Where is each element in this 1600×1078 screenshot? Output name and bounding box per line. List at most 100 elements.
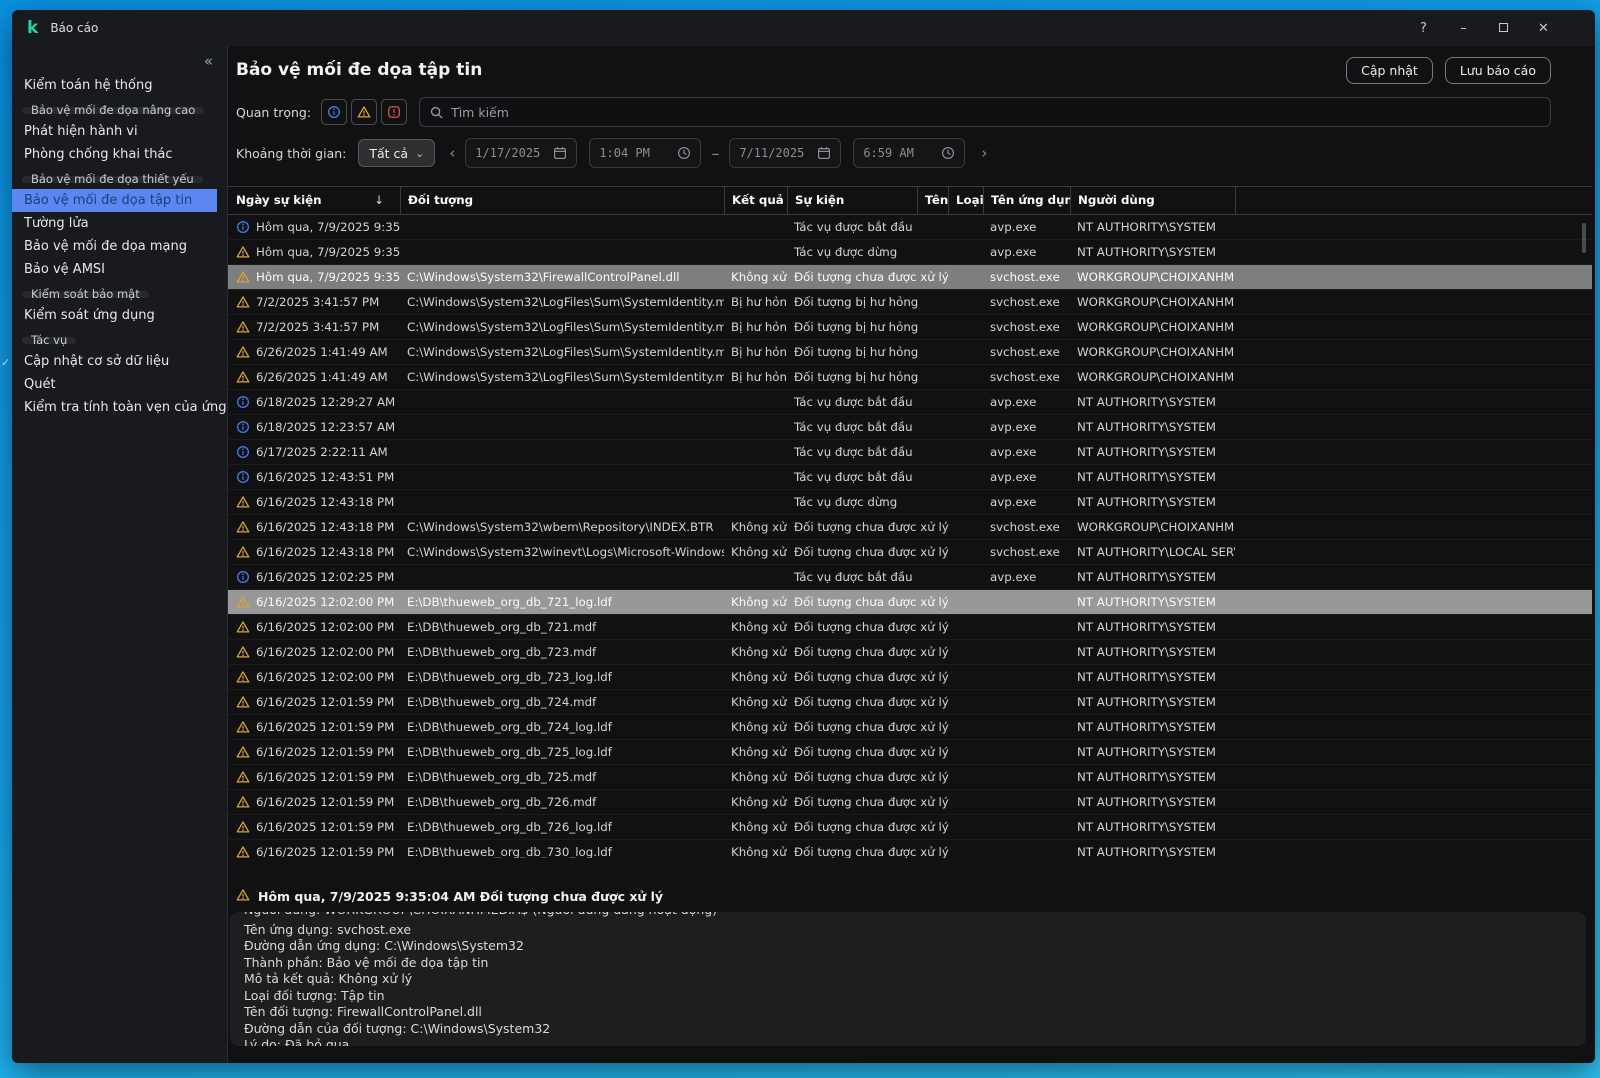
table-row[interactable]: Hôm qua, 7/9/2025 9:35:04 AMC:\Windows\S… <box>228 265 1592 290</box>
warning-icon <box>236 670 250 684</box>
table-row[interactable]: 6/16/2025 12:02:00 PME:\DB\thueweb_org_d… <box>228 665 1592 690</box>
sidebar-item-14[interactable]: Kiểm tra tính toàn vẹn của ứng dụng <box>12 396 227 419</box>
column-header-0[interactable]: Ngày sự kiện↓ <box>228 187 400 214</box>
filter-warning-button[interactable] <box>351 99 377 125</box>
column-header-5[interactable]: Loại <box>948 187 983 214</box>
table-row[interactable]: 6/16/2025 12:43:18 PMC:\Windows\System32… <box>228 515 1592 540</box>
table-row[interactable]: 6/16/2025 12:02:00 PME:\DB\thueweb_org_d… <box>228 615 1592 640</box>
date-to-field[interactable]: 7/11/2025 <box>729 138 841 168</box>
warning-icon <box>236 520 250 534</box>
sidebar-item-13[interactable]: Quét <box>12 373 227 396</box>
date-from-field[interactable]: 1/17/2025 <box>465 138 577 168</box>
table-row[interactable]: 7/2/2025 3:41:57 PMC:\Windows\System32\L… <box>228 315 1592 340</box>
cell-event: Đối tượng chưa được xử lý <box>787 515 917 539</box>
sidebar-item-5[interactable]: Bảo vệ mối đe dọa tập tin <box>12 189 217 212</box>
cell-type <box>948 515 983 539</box>
cell-name <box>917 465 948 489</box>
cell-obj: E:\DB\thueweb_org_db_725.mdf <box>400 765 724 789</box>
sidebar-item-12[interactable]: Cập nhật cơ sở dữ liệu <box>12 350 227 373</box>
update-button[interactable]: Cập nhật <box>1346 57 1433 84</box>
table-row[interactable]: 6/16/2025 12:01:59 PME:\DB\thueweb_org_d… <box>228 790 1592 815</box>
maximize-button[interactable] <box>1496 21 1511 36</box>
cell-user: NT AUTHORITY\SYSTEM <box>1070 615 1235 639</box>
next-period-icon[interactable]: › <box>981 144 987 162</box>
column-header-6[interactable]: Tên ứng dụng <box>983 187 1070 214</box>
search-box[interactable] <box>419 97 1551 127</box>
table-row[interactable]: 6/16/2025 12:01:59 PME:\DB\thueweb_org_d… <box>228 765 1592 790</box>
table-row[interactable]: 6/16/2025 12:01:59 PME:\DB\thueweb_org_d… <box>228 840 1592 858</box>
cell-app <box>983 715 1070 739</box>
cell-app: avp.exe <box>983 415 1070 439</box>
table-row[interactable]: 6/16/2025 12:02:00 PME:\DB\thueweb_org_d… <box>228 590 1592 615</box>
sidebar-item-8[interactable]: Bảo vệ AMSI <box>12 258 227 281</box>
minimize-button[interactable]: – <box>1456 21 1471 36</box>
time-to-field[interactable]: 6:59 AM <box>853 138 965 168</box>
detail-line: Tên đối tượng: FirewallControlPanel.dll <box>244 1004 1572 1021</box>
info-icon <box>236 420 250 434</box>
column-header-2[interactable]: Kết quả <box>724 187 787 214</box>
column-header-7[interactable]: Người dùng <box>1070 187 1235 214</box>
cell-res <box>724 465 787 489</box>
cell-user: WORKGROUP\CHOIXANHMEDIA$ <box>1070 340 1235 364</box>
table-row[interactable]: 6/16/2025 12:01:59 PME:\DB\thueweb_org_d… <box>228 690 1592 715</box>
sidebar-item-0[interactable]: Kiểm toán hệ thống <box>12 74 227 97</box>
cell-app: svchost.exe <box>983 540 1070 564</box>
column-header-8[interactable] <box>1235 187 1592 214</box>
cell-res: Không xử lý <box>724 265 787 289</box>
save-report-button[interactable]: Lưu báo cáo <box>1445 57 1551 84</box>
cell-date: 6/16/2025 12:01:59 PM <box>228 715 400 739</box>
period-dropdown[interactable]: Tất cả ⌄ <box>358 139 435 167</box>
detail-panel[interactable]: Người dùng: WORKGROUP\CHOIXANHMEDIA$ (Ng… <box>230 912 1586 1046</box>
table-row[interactable]: 7/2/2025 3:41:57 PMC:\Windows\System32\L… <box>228 290 1592 315</box>
table-row[interactable]: 6/16/2025 12:43:18 PMTác vụ được dừngavp… <box>228 490 1592 515</box>
sidebar-section-badge: Kiểm soát bảo mật <box>22 291 149 298</box>
cell-obj: E:\DB\thueweb_org_db_724.mdf <box>400 690 724 714</box>
table-row[interactable]: 6/16/2025 12:01:59 PME:\DB\thueweb_org_d… <box>228 815 1592 840</box>
cell-type <box>948 815 983 839</box>
cell-name <box>917 215 948 239</box>
filter-info-button[interactable] <box>321 99 347 125</box>
cell-type <box>948 490 983 514</box>
calendar-icon <box>553 146 567 160</box>
cell-name <box>917 565 948 589</box>
sidebar-item-2[interactable]: Phát hiện hành vi <box>12 120 227 143</box>
column-header-4[interactable]: Tên <box>917 187 948 214</box>
table-row[interactable]: 6/16/2025 12:43:18 PMC:\Windows\System32… <box>228 540 1592 565</box>
detail-header-text: Hôm qua, 7/9/2025 9:35:04 AM Đối tượng c… <box>258 889 663 904</box>
cell-app: avp.exe <box>983 465 1070 489</box>
prev-period-icon[interactable]: ‹ <box>449 144 455 162</box>
cell-name <box>917 690 948 714</box>
cell-date: 6/16/2025 12:01:59 PM <box>228 690 400 714</box>
cell-res: Không xử lý <box>724 665 787 689</box>
table-row[interactable]: Hôm qua, 7/9/2025 9:35:04 AMTác vụ được … <box>228 240 1592 265</box>
table-row[interactable]: Hôm qua, 7/9/2025 9:35:33 AMTác vụ được … <box>228 215 1592 240</box>
search-input[interactable] <box>451 105 1540 120</box>
vertical-scrollbar[interactable] <box>1582 223 1586 253</box>
table-row[interactable]: 6/18/2025 12:23:57 AMTác vụ được bắt đầu… <box>228 415 1592 440</box>
table-row[interactable]: 6/26/2025 1:41:49 AMC:\Windows\System32\… <box>228 365 1592 390</box>
sidebar-item-10[interactable]: Kiểm soát ứng dụng <box>12 304 227 327</box>
table-row[interactable]: 6/16/2025 12:02:00 PME:\DB\thueweb_org_d… <box>228 640 1592 665</box>
cell-fill <box>1235 240 1592 264</box>
time-from-field[interactable]: 1:04 PM <box>589 138 701 168</box>
cell-event: Tác vụ được dừng <box>787 240 917 264</box>
sidebar-item-3[interactable]: Phòng chống khai thác <box>12 143 227 166</box>
help-button[interactable]: ? <box>1416 21 1431 36</box>
filter-critical-button[interactable] <box>381 99 407 125</box>
sidebar-item-6[interactable]: Tường lửa <box>12 212 227 235</box>
table-row[interactable]: 6/16/2025 12:43:51 PMTác vụ được bắt đầu… <box>228 465 1592 490</box>
sidebar-collapse-icon[interactable]: « <box>204 52 213 70</box>
column-header-1[interactable]: Đối tượng <box>400 187 724 214</box>
table-row[interactable]: 6/18/2025 12:29:27 AMTác vụ được bắt đầu… <box>228 390 1592 415</box>
window-title: Báo cáo <box>50 21 98 35</box>
sidebar-item-7[interactable]: Bảo vệ mối đe dọa mạng <box>12 235 227 258</box>
table-row[interactable]: 6/16/2025 12:01:59 PME:\DB\thueweb_org_d… <box>228 715 1592 740</box>
table-row[interactable]: 6/26/2025 1:41:49 AMC:\Windows\System32\… <box>228 340 1592 365</box>
column-header-3[interactable]: Sự kiện <box>787 187 917 214</box>
close-button[interactable]: ✕ <box>1536 21 1551 36</box>
cell-user: NT AUTHORITY\SYSTEM <box>1070 715 1235 739</box>
table-row[interactable]: 6/17/2025 2:22:11 AMTác vụ được bắt đầua… <box>228 440 1592 465</box>
table-row[interactable]: 6/16/2025 12:02:25 PMTác vụ được bắt đầu… <box>228 565 1592 590</box>
table-row[interactable]: 6/16/2025 12:01:59 PME:\DB\thueweb_org_d… <box>228 740 1592 765</box>
table-body: Hôm qua, 7/9/2025 9:35:33 AMTác vụ được … <box>228 215 1592 858</box>
